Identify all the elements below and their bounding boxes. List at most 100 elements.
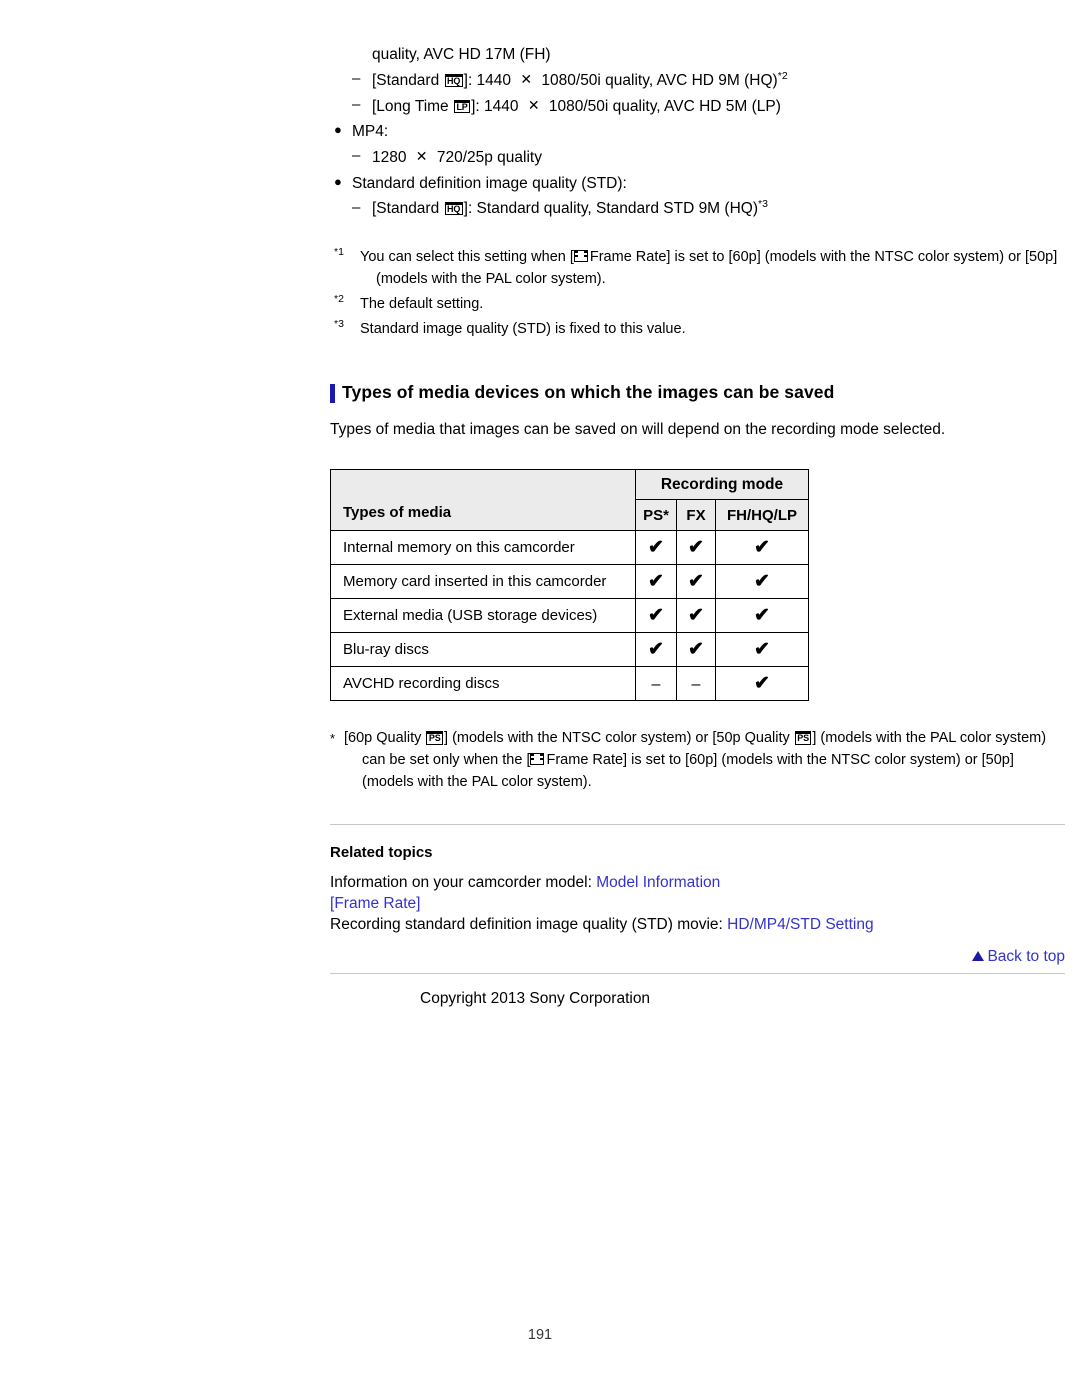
column-header-fhhqlp: FH/HQ/LP [715, 498, 809, 532]
back-to-top-link[interactable]: Back to top [330, 948, 1065, 966]
note-line2-post: Frame Rate] is set to [60p] (models with… [546, 752, 1014, 769]
related-topic-row: Information on your camcorder model: Mod… [330, 874, 1065, 892]
footnote-item: *1 You can select this setting when [Fra… [330, 247, 1065, 291]
media-type-label: External media (USB storage devices) [330, 598, 636, 634]
multiply-icon: ✕ [415, 148, 428, 165]
table-row: Internal memory on this camcorder ✔ ✔ ✔ [330, 530, 809, 566]
cell-fx: ✔ [676, 564, 716, 600]
document-page: quality, AVC HD 17M (FH) – [Standard HQ]… [0, 0, 1080, 1397]
footnote-text: The default setting. [360, 295, 484, 312]
footnote-ref: *2 [777, 69, 788, 82]
frame-rate-icon [530, 753, 545, 766]
dash-marker: – [352, 69, 361, 87]
note-line2-pre: can be set only when the [ [362, 752, 531, 769]
footnote-marker: *2 [334, 292, 344, 305]
note-part2: ] (models with the NTSC color system) or… [444, 730, 794, 747]
not-supported-icon: – [651, 676, 661, 694]
check-icon: ✔ [754, 639, 770, 661]
ps-icon: PS [794, 731, 812, 745]
link-model-information[interactable]: Model Information [596, 874, 720, 891]
frame-rate-icon [573, 250, 588, 263]
item-text-post: 720/25p quality [432, 149, 542, 167]
heading-text: Types of media devices on which the imag… [342, 382, 835, 403]
footnote-item: *2 The default setting. [330, 294, 1065, 316]
bullet-label: Standard definition image quality (STD): [352, 174, 627, 192]
footnote-ref: *3 [757, 197, 768, 210]
media-type-label: Internal memory on this camcorder [330, 530, 636, 566]
page-content: quality, AVC HD 17M (FH) – [Standard HQ]… [330, 44, 1065, 1008]
column-header-ps: PS* [635, 498, 677, 532]
check-icon: ✔ [648, 571, 664, 593]
cell-ps: ✔ [635, 632, 677, 668]
check-icon: ✔ [688, 605, 704, 627]
check-icon: ✔ [754, 537, 770, 559]
bullet-icon: ● [334, 122, 342, 138]
section-heading: Types of media devices on which the imag… [330, 382, 1065, 404]
cell-fhhqlp: ✔ [715, 564, 809, 600]
cell-ps: ✔ [635, 598, 677, 634]
check-icon: ✔ [688, 537, 704, 559]
multiply-icon: ✕ [527, 96, 540, 113]
cell-fhhqlp: ✔ [715, 530, 809, 566]
item-text-pre: [Standard [372, 71, 444, 89]
lp-icon: LP [454, 99, 471, 113]
list-item: – [Standard HQ]: Standard quality, Stand… [330, 198, 1065, 221]
check-icon: ✔ [648, 639, 664, 661]
cell-fhhqlp: ✔ [715, 632, 809, 668]
footnotes-block: *1 You can select this setting when [Fra… [330, 247, 1065, 340]
check-icon: ✔ [648, 605, 664, 627]
copyright-notice: Copyright 2013 Sony Corporation [420, 989, 651, 1007]
footnote-indent-line: (models with the PAL color system). [376, 271, 606, 288]
media-table-wrapper: Types of media Recording mode PS* FX FH/… [330, 469, 1065, 702]
ps-icon: PS [426, 731, 444, 745]
item-text-pre: 1280 [372, 149, 411, 167]
not-supported-icon: – [691, 676, 701, 694]
table-footnote: * [60p Quality PS] (models with the NTSC… [330, 728, 1065, 793]
media-support-table: Types of media Recording mode PS* FX FH/… [330, 469, 809, 702]
table-row: AVCHD recording discs – – ✔ [330, 666, 809, 702]
item-text-post: ]: Standard quality, Standard STD 9M (HQ… [463, 199, 758, 217]
column-header-fx: FX [676, 498, 716, 532]
cell-fhhqlp: ✔ [715, 666, 809, 702]
dash-marker: – [352, 147, 361, 165]
related-topic-row: [Frame Rate] [330, 895, 1065, 913]
list-item: – 1280 ✕ 720/25p quality [330, 146, 1065, 170]
footnote-marker: *3 [334, 317, 344, 330]
link-hd-mp4-std-setting[interactable]: HD/MP4/STD Setting [727, 916, 873, 933]
section-intro: Types of media that images can be saved … [330, 421, 946, 439]
note-line2: can be set only when the [ Frame Rate] is… [344, 750, 1065, 772]
hq-icon: HQ [444, 73, 463, 87]
divider [330, 823, 1065, 825]
related-label: Information on your camcorder model: [330, 873, 597, 891]
continuation-line: quality, AVC HD 17M (FH) [372, 46, 551, 63]
link-frame-rate[interactable]: Frame Rate [334, 895, 416, 912]
cell-ps: – [635, 666, 677, 702]
list-item: – [Standard HQ]: 1440 ✕ 1080/50i quality… [330, 69, 1065, 93]
cell-fhhqlp: ✔ [715, 598, 809, 634]
list-item: ● MP4: [330, 121, 1065, 144]
page-number: 191 [527, 1327, 553, 1343]
divider [330, 972, 1065, 974]
cell-ps: ✔ [635, 564, 677, 600]
cell-ps: ✔ [635, 530, 677, 566]
bracket-close: ] [416, 894, 421, 912]
footnote-marker: * [330, 731, 336, 747]
dash-marker: – [352, 198, 361, 216]
item-text-pre: [Standard [372, 199, 444, 217]
footnote-text: Standard image quality (STD) is fixed to… [360, 320, 686, 337]
item-text-post: 1080/50i quality, AVC HD 9M (HQ) [537, 71, 778, 89]
media-type-label: Memory card inserted in this camcorder [330, 564, 636, 600]
column-header-media: Types of media [330, 469, 636, 532]
note-part1: [60p Quality [344, 730, 426, 747]
table-header-row: Types of media Recording mode [330, 469, 809, 532]
table-row: External media (USB storage devices) ✔ ✔… [330, 598, 809, 634]
check-icon: ✔ [754, 571, 770, 593]
triangle-up-icon [972, 950, 985, 961]
note-line3: (models with the PAL color system). [362, 773, 592, 790]
check-icon: ✔ [688, 571, 704, 593]
cell-fx: – [676, 666, 716, 702]
footnote-marker: *1 [334, 246, 344, 259]
item-text-pre: [Long Time [372, 97, 453, 115]
item-text-post: 1080/50i quality, AVC HD 5M (LP) [544, 97, 781, 115]
back-to-top-label: Back to top [987, 947, 1065, 965]
